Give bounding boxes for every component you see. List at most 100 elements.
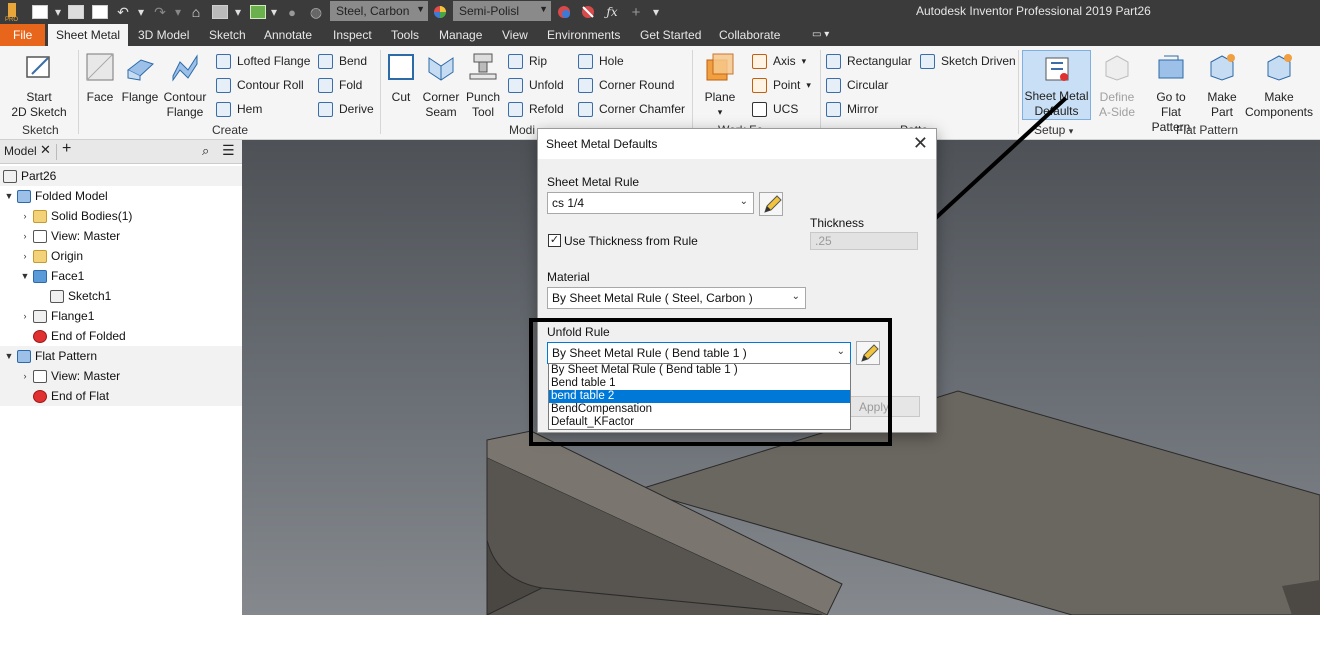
tree-row-folded-model[interactable]: ▼ Folded Model — [0, 186, 242, 206]
undo-dropdown-icon[interactable]: ▾ — [135, 3, 147, 21]
tree-row-end-of-flat[interactable]: End of Flat — [0, 386, 242, 406]
sketch-driven-pattern-button[interactable]: Sketch Driven — [920, 52, 1016, 70]
define-a-side-button[interactable]: Define A-Side — [1096, 52, 1138, 120]
tree-row-end-of-folded[interactable]: End of Folded — [0, 326, 242, 346]
browser-tab-model[interactable]: Model — [4, 144, 37, 158]
fold-button[interactable]: Fold — [318, 76, 362, 94]
close-icon[interactable]: ✕ — [913, 133, 928, 154]
refold-button[interactable]: Refold — [508, 100, 564, 118]
edit-rule-button[interactable] — [759, 192, 783, 216]
hole-button[interactable]: Hole — [578, 52, 624, 70]
collapse-chevron-icon[interactable]: › — [20, 231, 30, 241]
open-icon[interactable] — [68, 3, 84, 21]
tab-environments[interactable]: Environments — [545, 24, 622, 46]
lofted-flange-button[interactable]: Lofted Flange — [216, 52, 310, 70]
expand-chevron-icon[interactable]: ▼ — [4, 191, 14, 201]
use-thickness-checkbox[interactable]: ✓ — [548, 234, 561, 247]
bend-button[interactable]: Bend — [318, 52, 367, 70]
unfold-button[interactable]: Unfold — [508, 76, 564, 94]
circular-pattern-button[interactable]: Circular — [826, 76, 888, 94]
sheet-metal-rule-combo[interactable]: cs 1/4 ⌄ — [547, 192, 754, 214]
mirror-button[interactable]: Mirror — [826, 100, 878, 118]
tree-row-flat-pattern[interactable]: ▼ Flat Pattern — [0, 346, 242, 366]
adjust-icon[interactable] — [556, 3, 572, 21]
corner-seam-button[interactable]: Corner Seam — [420, 52, 462, 120]
tab-collaborate[interactable]: Collaborate — [717, 24, 782, 46]
face-button[interactable]: Face — [84, 52, 116, 105]
new-dropdown-icon[interactable]: ▾ — [52, 3, 64, 21]
search-icon[interactable]: ⌕ — [202, 143, 209, 159]
ucs-button[interactable]: UCS — [752, 100, 798, 118]
material-combo-dialog[interactable]: By Sheet Metal Rule ( Steel, Carbon ) ⌄ — [547, 287, 806, 309]
close-icon[interactable]: ✕ — [40, 142, 51, 158]
color-wheel-icon[interactable] — [432, 3, 448, 21]
tree-row-origin[interactable]: › Origin — [0, 246, 242, 266]
physical-icon[interactable]: ● — [284, 3, 300, 21]
axis-button[interactable]: Axis ▾ — [752, 52, 806, 70]
make-components-button[interactable]: Make Components — [1242, 52, 1316, 120]
start-2d-sketch-button[interactable]: Start 2D Sketch — [10, 52, 68, 120]
customize-dropdown-icon[interactable]: ▾ — [650, 3, 662, 21]
menu-icon[interactable]: ☰ — [222, 142, 235, 159]
cut-button[interactable]: Cut — [386, 52, 416, 105]
expand-chevron-icon[interactable]: ▼ — [4, 351, 14, 361]
contour-roll-button[interactable]: Contour Roll — [216, 76, 304, 94]
new-icon[interactable] — [32, 3, 48, 21]
update-dropdown-icon[interactable]: ▾ — [232, 3, 244, 21]
contour-flange-button[interactable]: Contour Flange — [162, 52, 208, 120]
derive-button[interactable]: Derive — [318, 100, 374, 118]
parameters-fx-icon[interactable]: ƒx — [604, 3, 620, 21]
tree-row-solid-bodies[interactable]: › Solid Bodies(1) — [0, 206, 242, 226]
tab-sheet-metal[interactable]: Sheet Metal — [48, 24, 129, 46]
undo-icon[interactable]: ↶ — [115, 3, 131, 21]
tab-annotate[interactable]: Annotate — [262, 24, 314, 46]
tree-row-view-master[interactable]: › View: Master — [0, 226, 242, 246]
tab-manage[interactable]: Manage — [437, 24, 484, 46]
collapse-chevron-icon[interactable]: › — [20, 371, 30, 381]
tab-file[interactable]: File — [0, 24, 46, 46]
corner-chamfer-button[interactable]: Corner Chamfer — [578, 100, 685, 118]
select-icon[interactable] — [250, 3, 266, 21]
plane-button[interactable]: Plane ▾ — [700, 52, 740, 120]
home-icon[interactable]: ⌂ — [188, 3, 204, 21]
sheet-metal-defaults-button[interactable]: Sheet Metal Defaults — [1022, 50, 1091, 120]
redo-dropdown-icon[interactable]: ▾ — [172, 3, 184, 21]
expand-chevron-icon[interactable]: ▼ — [20, 271, 30, 281]
tab-3d-model[interactable]: 3D Model — [136, 24, 191, 46]
appearance-combo[interactable]: Semi-Polisl ▼ — [453, 1, 551, 21]
point-button[interactable]: Point ▾ — [752, 76, 811, 94]
tree-row-face1[interactable]: ▼ Face1 — [0, 266, 242, 286]
clear-appearance-icon[interactable] — [580, 3, 596, 21]
rectangular-pattern-button[interactable]: Rectangular — [826, 52, 912, 70]
rip-button[interactable]: Rip — [508, 52, 547, 70]
tab-get-started[interactable]: Get Started — [638, 24, 703, 46]
thickness-field[interactable]: .25 — [810, 232, 918, 250]
tab-inspect[interactable]: Inspect — [331, 24, 374, 46]
tab-view[interactable]: View — [500, 24, 530, 46]
update-icon[interactable] — [212, 3, 228, 21]
flange-button[interactable]: Flange — [120, 52, 160, 105]
collapse-chevron-icon[interactable]: › — [20, 311, 30, 321]
tab-sketch[interactable]: Sketch — [207, 24, 248, 46]
material-combo[interactable]: Steel, Carbon ▼ — [330, 1, 428, 21]
tree-row-part[interactable]: Part26 — [0, 166, 242, 186]
tree-row-view-master-flat[interactable]: › View: Master — [0, 366, 242, 386]
hem-button[interactable]: Hem — [216, 100, 262, 118]
ribbon-options-icon[interactable]: ▭ ▾ — [810, 24, 831, 46]
tree-row-flange1[interactable]: › Flange1 — [0, 306, 242, 326]
add-browser-tab-icon[interactable]: + — [62, 140, 71, 158]
add-icon[interactable]: + — [628, 3, 644, 21]
redo-icon[interactable]: ↷ — [152, 3, 168, 21]
collapse-chevron-icon[interactable]: › — [20, 251, 30, 261]
save-icon[interactable] — [92, 3, 108, 21]
material-globe-icon[interactable]: ◍ — [308, 3, 324, 21]
tab-tools[interactable]: Tools — [389, 24, 421, 46]
collapse-chevron-icon[interactable]: › — [20, 211, 30, 221]
make-part-button[interactable]: Make Part — [1204, 52, 1240, 120]
punch-tool-button[interactable]: Punch Tool — [464, 52, 502, 120]
panel-setup-label[interactable]: Setup ▾ — [1034, 123, 1073, 137]
corner-round-button[interactable]: Corner Round — [578, 76, 674, 94]
tree-row-sketch1[interactable]: Sketch1 — [0, 286, 242, 306]
plane-dropdown-icon[interactable]: ▾ — [700, 105, 740, 120]
inventor-logo-icon[interactable]: PRO — [4, 3, 20, 21]
